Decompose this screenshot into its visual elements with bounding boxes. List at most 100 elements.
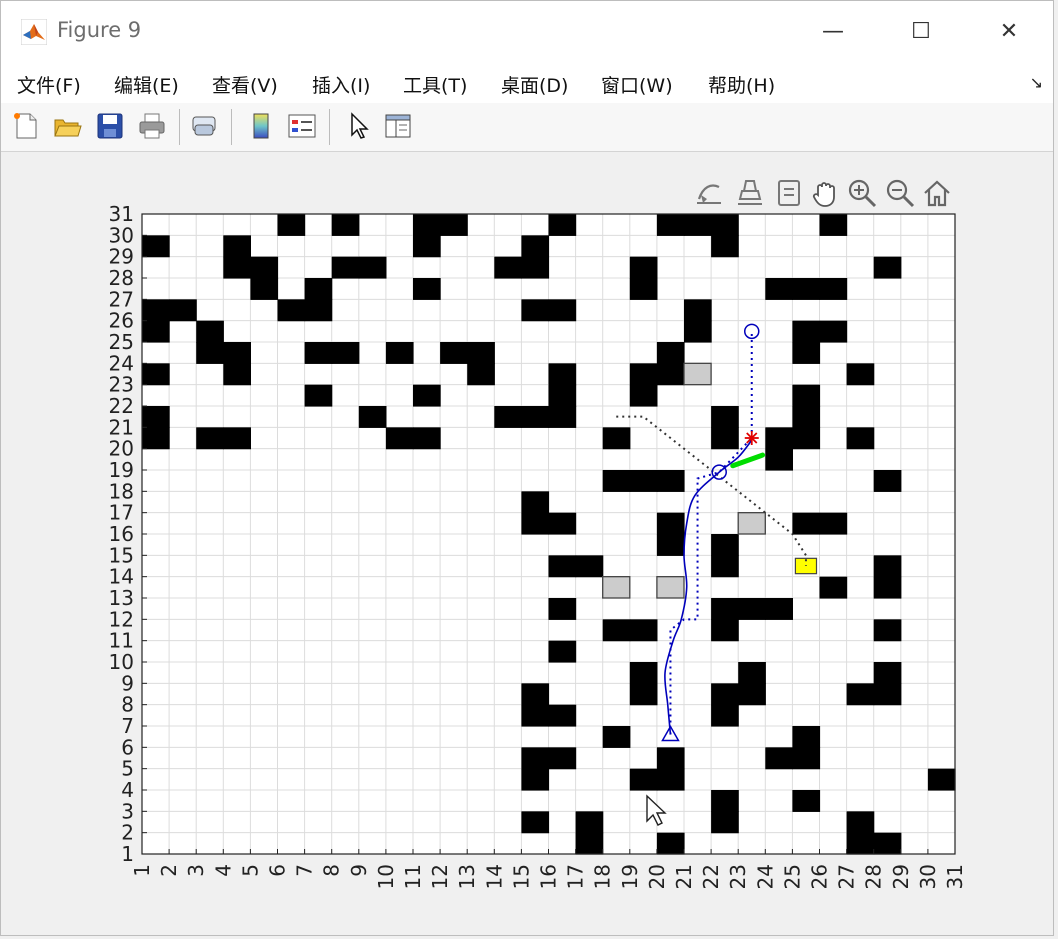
obstacle-cell	[873, 832, 902, 855]
y-tick-label: 16	[109, 522, 134, 546]
x-tick-label: 5	[238, 864, 262, 877]
obstacle-cell	[548, 640, 577, 663]
obstacle-cell	[711, 683, 739, 706]
obstacle-cell	[792, 320, 821, 343]
obstacle-cell	[819, 512, 848, 535]
y-tick-label: 7	[121, 714, 134, 738]
obstacle-cell	[602, 619, 631, 642]
obstacle-cell	[711, 619, 739, 642]
obstacle-cell	[656, 512, 685, 535]
obstacle-cell	[656, 214, 685, 236]
y-tick-label: 28	[109, 266, 134, 290]
obstacle-cell	[711, 406, 739, 428]
obstacle-cell	[656, 342, 685, 364]
obstacle-cell	[738, 683, 766, 706]
y-tick-label: 12	[109, 607, 134, 631]
obstacle-cell	[656, 534, 685, 556]
obstacle-cell	[223, 427, 251, 450]
obstacle-cell	[656, 747, 685, 770]
obstacle-cell	[548, 384, 577, 407]
obstacle-cell	[358, 256, 387, 279]
obstacle-cell	[629, 619, 658, 642]
obstacle-cell	[711, 811, 739, 834]
obstacle-cell	[548, 598, 577, 620]
x-tick-label: 11	[401, 864, 425, 889]
y-tick-label: 8	[121, 693, 134, 717]
obstacle-cell	[575, 555, 604, 578]
obstacle-cell	[413, 278, 441, 300]
x-tick-label: 9	[347, 864, 371, 877]
x-tick-label: 2	[157, 864, 181, 877]
x-tick-label: 22	[699, 864, 723, 889]
x-tick-label: 4	[211, 864, 235, 877]
obstacle-cell	[792, 747, 821, 770]
dynamic-obstacle-cell	[683, 362, 712, 386]
obstacle-cell	[846, 427, 875, 450]
obstacle-cell	[711, 555, 739, 578]
obstacle-cell	[385, 342, 414, 364]
obstacle-cell	[629, 363, 658, 386]
obstacle-cell	[656, 832, 685, 855]
obstacle-cell	[873, 683, 902, 706]
obstacle-cell	[142, 427, 170, 450]
obstacle-cell	[521, 491, 550, 514]
obstacle-cell	[684, 214, 712, 236]
obstacle-cell	[494, 406, 522, 428]
obstacle-cell	[792, 790, 821, 812]
obstacle-cell	[142, 406, 170, 428]
x-tick-label: 27	[835, 864, 859, 889]
obstacle-cell	[196, 427, 224, 450]
x-tick-label: 31	[943, 864, 967, 889]
obstacle-cell	[521, 256, 550, 279]
y-tick-label: 23	[109, 373, 134, 397]
obstacle-cell	[575, 832, 604, 855]
y-tick-label: 26	[109, 309, 134, 333]
obstacle-cell	[792, 278, 821, 300]
x-tick-label: 15	[509, 864, 533, 889]
obstacle-cell	[765, 448, 793, 471]
obstacle-cell	[521, 406, 550, 428]
obstacle-cell	[575, 811, 604, 834]
obstacle-cell	[548, 704, 577, 727]
obstacle-cell	[521, 235, 550, 258]
obstacle-cell	[142, 320, 170, 343]
obstacle-cell	[602, 726, 631, 748]
obstacle-cell	[142, 299, 170, 322]
obstacle-cell	[548, 512, 577, 535]
obstacle-cell	[656, 470, 685, 492]
obstacle-cell	[629, 683, 658, 706]
obstacle-cell	[467, 342, 495, 364]
obstacle-cell	[711, 214, 739, 236]
obstacle-cell	[548, 363, 577, 386]
obstacle-cell	[819, 214, 848, 236]
obstacle-cell	[819, 576, 848, 599]
y-tick-label: 10	[109, 650, 134, 674]
y-tick-label: 19	[109, 458, 134, 482]
obstacle-cell	[765, 278, 793, 300]
obstacle-cell	[521, 768, 550, 791]
obstacle-cell	[873, 470, 902, 492]
y-tick-label: 17	[109, 501, 134, 525]
obstacle-cell	[331, 214, 360, 236]
obstacle-cell	[846, 363, 875, 386]
obstacle-cell	[304, 278, 333, 300]
obstacle-cell	[223, 342, 251, 364]
y-tick-label: 4	[121, 778, 134, 802]
obstacle-cell	[494, 256, 522, 279]
obstacle-cell	[440, 214, 468, 236]
y-tick-label: 31	[109, 202, 134, 226]
obstacle-cell	[223, 256, 251, 279]
y-tick-label: 22	[109, 394, 134, 418]
obstacle-cell	[521, 704, 550, 727]
obstacle-cell	[711, 534, 739, 556]
obstacle-cell	[792, 342, 821, 364]
obstacle-cell	[440, 342, 468, 364]
obstacle-cell	[711, 704, 739, 727]
obstacle-cell	[738, 598, 766, 620]
obstacle-cell	[304, 342, 333, 364]
obstacle-cell	[521, 747, 550, 770]
x-tick-label: 18	[591, 864, 615, 889]
obstacle-cell	[629, 470, 658, 492]
obstacle-cell	[629, 384, 658, 407]
y-tick-label: 5	[121, 757, 134, 781]
